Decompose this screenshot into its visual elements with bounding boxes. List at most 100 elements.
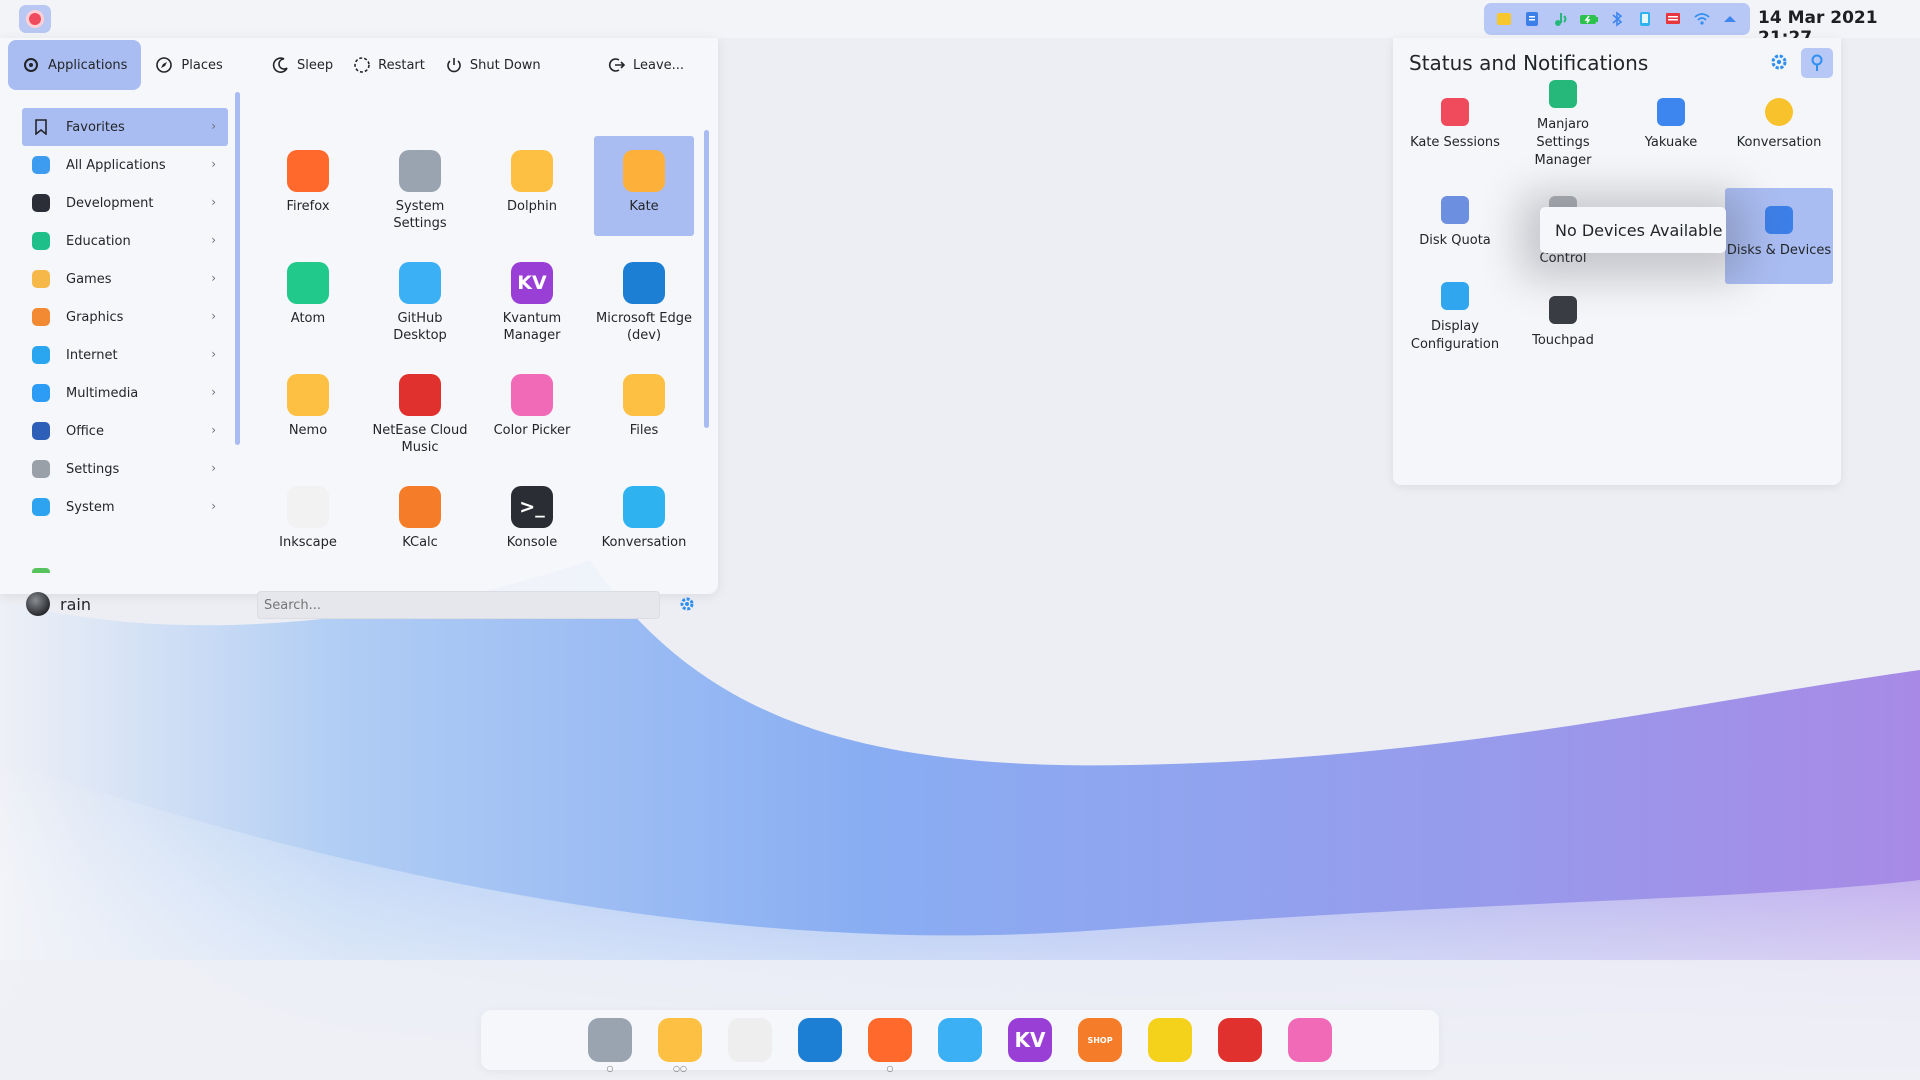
sleep-button[interactable]: Sleep: [262, 40, 343, 90]
sleep-label: Sleep: [297, 57, 334, 73]
app-icon: [623, 374, 665, 416]
shutdown-button[interactable]: Shut Down: [435, 40, 551, 90]
app-tile[interactable]: Microsoft Edge (dev): [594, 248, 694, 348]
pin-button[interactable]: [1801, 48, 1833, 78]
display-icon[interactable]: [1663, 9, 1683, 29]
app-tile[interactable]: Nemo: [258, 360, 358, 460]
status-item-label: Kate Sessions: [1410, 135, 1500, 150]
firefox-icon[interactable]: [868, 1018, 912, 1062]
category-label: Settings: [66, 461, 120, 477]
category-item[interactable]: Office ›: [22, 412, 228, 450]
app-label: Dolphin: [507, 199, 557, 214]
kde-connect-icon[interactable]: [1635, 9, 1655, 29]
app-icon: [511, 374, 553, 416]
app-tile[interactable]: Firefox: [258, 136, 358, 236]
category-item[interactable]: Graphics ›: [22, 298, 228, 336]
kvantum-icon[interactable]: KV: [1008, 1018, 1052, 1062]
color-picker-icon[interactable]: [1288, 1018, 1332, 1062]
category-item[interactable]: Settings ›: [22, 450, 228, 488]
chevron-right-icon: ›: [211, 233, 216, 247]
category-item[interactable]: Multimedia ›: [22, 374, 228, 412]
category-item[interactable]: Favorites ›: [22, 108, 228, 146]
chevron-right-icon: ›: [211, 195, 216, 209]
category-item[interactable]: Development ›: [22, 184, 228, 222]
app-tile[interactable]: KV Kvantum Manager: [482, 248, 582, 348]
music-icon[interactable]: [1148, 1018, 1192, 1062]
files-icon[interactable]: [658, 1018, 702, 1062]
restart-button[interactable]: Restart: [343, 40, 435, 90]
gear-icon[interactable]: [1769, 52, 1789, 72]
status-item[interactable]: Touchpad: [1509, 296, 1617, 350]
status-item[interactable]: Display Configuration: [1401, 282, 1509, 354]
bluetooth-icon[interactable]: [1607, 9, 1627, 29]
category-item[interactable]: Games ›: [22, 260, 228, 298]
app-launcher-button[interactable]: [19, 5, 51, 33]
status-item-label: Disk Quota: [1419, 233, 1491, 248]
category-scrollbar[interactable]: [235, 92, 240, 445]
tab-applications[interactable]: Applications: [8, 40, 142, 90]
leave-button[interactable]: Leave...: [608, 40, 684, 90]
app-tile[interactable]: Files: [594, 360, 694, 460]
battery-icon[interactable]: [1579, 9, 1599, 29]
app-tile[interactable]: Kate: [594, 136, 694, 236]
status-item[interactable]: Disk Quota: [1401, 196, 1509, 250]
status-item[interactable]: Konversation: [1725, 98, 1833, 152]
category-label: Multimedia: [66, 385, 139, 401]
category-label: Favorites: [66, 119, 125, 135]
user-info[interactable]: rain: [26, 592, 91, 616]
status-item-icon: [1549, 80, 1577, 108]
app-tile[interactable]: GitHub Desktop: [370, 248, 470, 348]
category-item[interactable]: System ›: [22, 488, 228, 526]
category-icon: [32, 498, 50, 516]
app-tile[interactable]: System Settings: [370, 136, 470, 236]
tab-places[interactable]: Places: [141, 40, 236, 90]
category-item[interactable]: Internet ›: [22, 336, 228, 374]
status-item-label: Yakuake: [1644, 135, 1698, 150]
chevron-right-icon: ›: [211, 309, 216, 323]
app-icon: KV: [511, 262, 553, 304]
search-input[interactable]: [257, 591, 660, 619]
application-menu: Applications Places Sleep Restart Shut D…: [0, 38, 718, 619]
system-settings-icon[interactable]: [588, 1018, 632, 1062]
category-item[interactable]: All Applications ›: [22, 146, 228, 184]
category-label: Internet: [66, 347, 118, 363]
app-tile[interactable]: KCalc: [370, 472, 470, 572]
notes-icon[interactable]: [1494, 9, 1514, 29]
expand-tray-icon[interactable]: [1720, 9, 1740, 29]
app-tile[interactable]: Dolphin: [482, 136, 582, 236]
gear-icon: [24, 58, 38, 72]
github-desktop-icon[interactable]: [938, 1018, 982, 1062]
app-icon: >_: [511, 486, 553, 528]
configure-icon[interactable]: [678, 595, 696, 613]
category-list: Favorites › All Applications › Development › E…: [22, 108, 228, 526]
app-label: Inkscape: [279, 535, 337, 550]
app-tile[interactable]: Color Picker: [482, 360, 582, 460]
shop-icon[interactable]: SHOP: [1078, 1018, 1122, 1062]
status-item-icon: [1441, 196, 1469, 224]
app-tile[interactable]: Konversation: [594, 472, 694, 572]
edge-dev-icon[interactable]: [798, 1018, 842, 1062]
app-icon: [287, 262, 329, 304]
inkscape-icon[interactable]: [728, 1018, 772, 1062]
tab-label: Places: [181, 57, 223, 73]
wifi-icon[interactable]: [1692, 9, 1712, 29]
clipboard-icon[interactable]: [1522, 9, 1542, 29]
category-item[interactable]: Education ›: [22, 222, 228, 260]
netease-music-icon[interactable]: [1218, 1018, 1262, 1062]
app-grid-scrollbar[interactable]: [704, 130, 709, 428]
app-tile[interactable]: Atom: [258, 248, 358, 348]
status-item[interactable]: Manjaro Settings Manager: [1509, 80, 1617, 170]
status-item[interactable]: Yakuake: [1617, 98, 1725, 152]
app-tile[interactable]: >_ Konsole: [482, 472, 582, 572]
status-item[interactable]: Kate Sessions: [1401, 98, 1509, 152]
status-item[interactable]: Disks & Devices: [1725, 188, 1833, 284]
category-icon: [32, 308, 50, 326]
category-label: System: [66, 499, 115, 515]
power-actions: Sleep Restart Shut Down: [262, 40, 551, 90]
audio-icon[interactable]: [1551, 9, 1571, 29]
app-tile[interactable]: Inkscape: [258, 472, 358, 572]
category-label: Education: [66, 233, 131, 249]
category-icon: [32, 346, 50, 364]
app-tile[interactable]: NetEase Cloud Music: [370, 360, 470, 460]
app-icon: [399, 486, 441, 528]
